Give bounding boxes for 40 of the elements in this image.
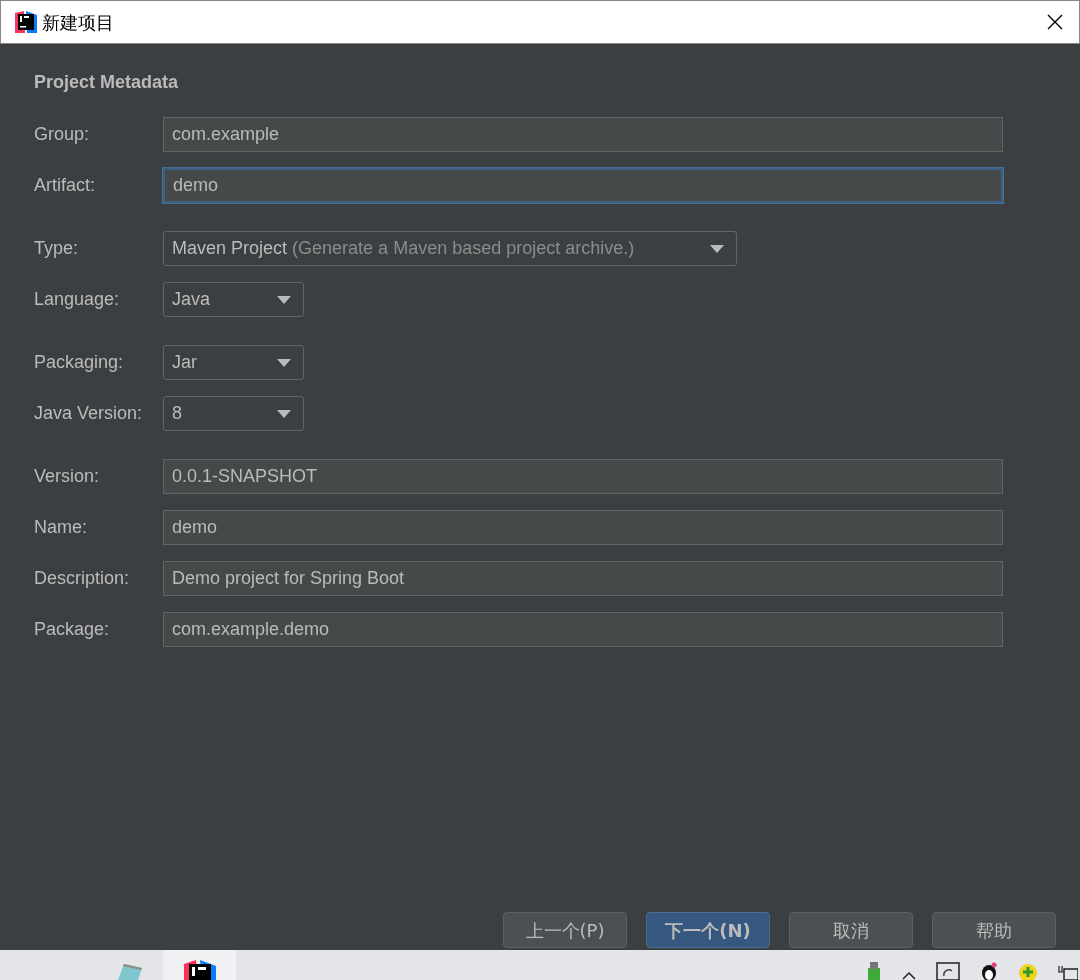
text-field[interactable]: com.example [163,117,1003,152]
text-field[interactable]: Demo project for Spring Boot [163,561,1003,596]
text-field[interactable]: demo [163,168,1003,203]
battery-icon [1058,964,1078,980]
caret-icon [710,244,724,253]
field-label: Artifact: [34,174,96,197]
intellij-icon [181,960,218,980]
dropdown[interactable]: Java [163,282,304,317]
penguin-icon [980,962,998,980]
field-label: Package: [34,618,111,641]
caret-icon [277,295,291,304]
monitor-icon [936,962,960,980]
field-label: Version: [34,465,101,488]
text-field[interactable]: demo [163,510,1003,545]
dialog-button[interactable]: 取消 [789,912,913,948]
text-field[interactable]: 0.0.1-SNAPSHOT [163,459,1003,494]
caret-icon [277,409,291,418]
field-label: Java Version: [34,402,144,425]
field-label: Name: [34,516,88,539]
dialog-button[interactable]: 上一个(P) [503,912,627,948]
field-label: Group: [34,123,91,146]
usb-icon [866,962,882,980]
dropdown[interactable]: 8 [163,396,304,431]
intellij-icon [14,10,38,34]
dropdown[interactable]: Jar [163,345,304,380]
dialog-button[interactable]: 帮助 [932,912,1056,948]
field-label: Description: [34,567,131,590]
dropdown[interactable]: Maven Project (Generate a Maven based project archive.) [163,231,737,266]
field-label: Language: [34,288,121,311]
chevron-up-icon[interactable] [902,970,916,980]
section-heading: Project Metadata [34,71,180,93]
field-label: Packaging: [34,351,125,374]
taskbar-app[interactable] [163,950,236,980]
text-field[interactable]: com.example.demo [163,612,1003,647]
close-icon[interactable] [1047,14,1063,30]
field-label: Type: [34,237,80,260]
caret-icon [277,358,291,367]
plus-circle-icon [1018,962,1038,980]
window-title: 新建项目 [42,10,114,35]
dialog-button[interactable]: 下一个(N) [646,912,770,948]
